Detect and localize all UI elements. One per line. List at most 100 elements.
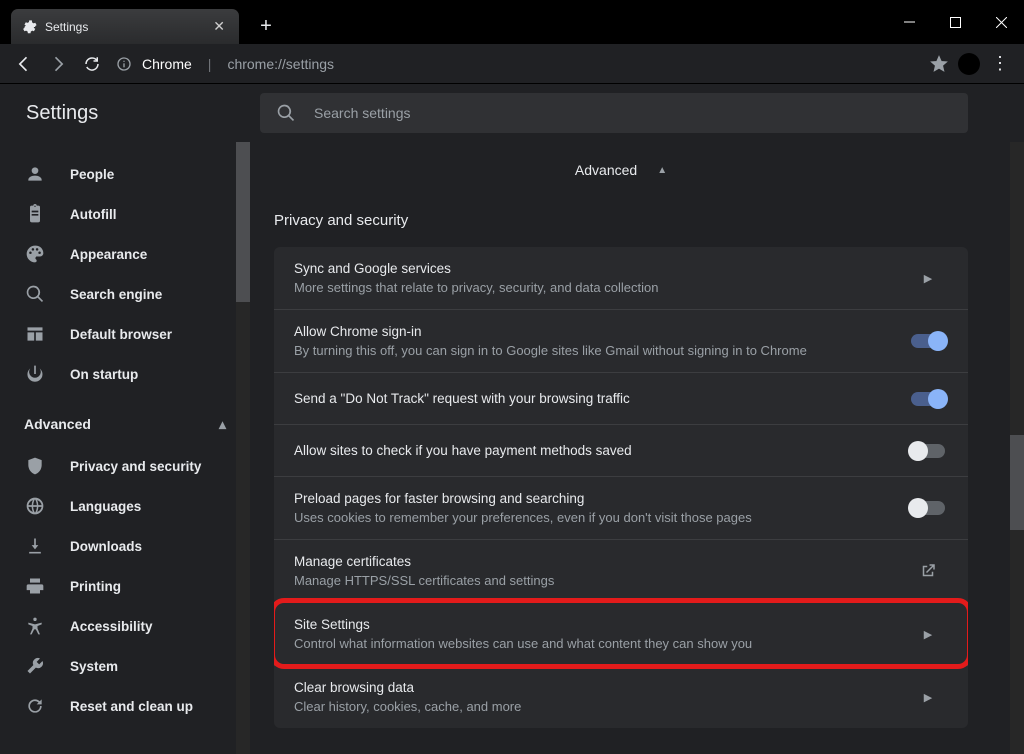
chevron-right-icon: ▶ — [924, 691, 932, 704]
back-button[interactable] — [10, 50, 38, 78]
palette-icon — [24, 243, 46, 265]
sidebar-item-languages[interactable]: Languages — [0, 486, 250, 526]
sidebar-item-autofill[interactable]: Autofill — [0, 194, 250, 234]
address-path: chrome://settings — [227, 56, 334, 72]
download-icon — [24, 535, 46, 557]
sidebar-item-people[interactable]: People — [0, 154, 250, 194]
sidebar-item-on-startup[interactable]: On startup — [0, 354, 250, 394]
power-icon — [24, 363, 46, 385]
row-title: Manage certificates — [294, 554, 894, 569]
sidebar-scrollbar-thumb[interactable] — [236, 142, 250, 302]
row-subtitle: By turning this off, you can sign in to … — [294, 343, 894, 358]
chevron-up-icon: ▲ — [657, 165, 667, 176]
row-title: Allow Chrome sign-in — [294, 324, 894, 339]
row-subtitle: Clear history, cookies, cache, and more — [294, 699, 894, 714]
search-icon — [24, 283, 46, 305]
sidebar-item-reset-and-clean-up[interactable]: Reset and clean up — [0, 686, 250, 726]
browser-toolbar: Chrome | chrome://settings ⋮ — [0, 44, 1024, 84]
settings-sidebar: People Autofill Appearance Search engine Def… — [0, 142, 250, 754]
sidebar-item-downloads[interactable]: Downloads — [0, 526, 250, 566]
settings-search[interactable] — [260, 93, 968, 133]
minimize-button[interactable] — [886, 0, 932, 44]
sidebar-item-label: Privacy and security — [70, 459, 201, 474]
restore-icon — [24, 695, 46, 717]
row-subtitle: Uses cookies to remember your preference… — [294, 510, 894, 525]
sidebar-item-label: People — [70, 167, 114, 182]
privacy-card: Sync and Google services More settings th… — [274, 247, 968, 728]
profile-avatar[interactable] — [958, 53, 980, 75]
wrench-icon — [24, 655, 46, 677]
window-close-button[interactable] — [978, 0, 1024, 44]
accessibility-icon — [24, 615, 46, 637]
row-title: Allow sites to check if you have payment… — [294, 443, 894, 458]
tab-title: Settings — [45, 20, 88, 34]
sidebar-item-label: Appearance — [70, 247, 147, 262]
print-icon — [24, 575, 46, 597]
sidebar-item-privacy-and-security[interactable]: Privacy and security — [0, 446, 250, 486]
sidebar-item-label: Reset and clean up — [70, 699, 193, 714]
settings-row-sync-and-google-services[interactable]: Sync and Google services More settings th… — [274, 247, 968, 309]
chevron-right-icon: ▶ — [924, 272, 932, 285]
toggle-switch[interactable] — [911, 444, 945, 458]
advanced-section-toggle[interactable]: Advanced ▲ — [274, 142, 968, 198]
search-input[interactable] — [314, 105, 952, 121]
sidebar-item-accessibility[interactable]: Accessibility — [0, 606, 250, 646]
sidebar-item-system[interactable]: System — [0, 646, 250, 686]
settings-row-clear-browsing-data[interactable]: Clear browsing data Clear history, cookie… — [274, 665, 968, 728]
sidebar-item-label: Downloads — [70, 539, 142, 554]
row-title: Send a "Do Not Track" request with your … — [294, 391, 894, 406]
sidebar-item-search-engine[interactable]: Search engine — [0, 274, 250, 314]
search-icon — [276, 103, 296, 123]
main-scrollbar-thumb[interactable] — [1010, 435, 1024, 530]
row-title: Site Settings — [294, 617, 894, 632]
clipboard-icon — [24, 203, 46, 225]
row-subtitle: Manage HTTPS/SSL certificates and settin… — [294, 573, 894, 588]
toggle-switch[interactable] — [911, 392, 945, 406]
new-tab-button[interactable]: + — [252, 12, 280, 40]
chevron-right-icon: ▶ — [924, 628, 932, 641]
sidebar-item-label: Default browser — [70, 327, 172, 342]
settings-row-send-a-do-not-track-request-with-your-browsing-traffic[interactable]: Send a "Do Not Track" request with your … — [274, 372, 968, 424]
section-title: Privacy and security — [274, 198, 968, 247]
browser-tab[interactable]: Settings ✕ — [10, 8, 240, 44]
person-icon — [24, 163, 46, 185]
row-subtitle: More settings that relate to privacy, se… — [294, 280, 894, 295]
shield-icon — [24, 455, 46, 477]
settings-row-allow-chrome-sign-in[interactable]: Allow Chrome sign-in By turning this off,… — [274, 309, 968, 372]
sidebar-item-label: Search engine — [70, 287, 162, 302]
row-title: Clear browsing data — [294, 680, 894, 695]
page-title: Settings — [0, 102, 260, 125]
toggle-switch[interactable] — [911, 501, 945, 515]
tab-close-button[interactable]: ✕ — [209, 16, 229, 37]
sidebar-item-label: Languages — [70, 499, 141, 514]
sidebar-item-printing[interactable]: Printing — [0, 566, 250, 606]
settings-row-preload-pages-for-faster-browsing-and-searching[interactable]: Preload pages for faster browsing and se… — [274, 476, 968, 539]
sidebar-item-label: Printing — [70, 579, 121, 594]
settings-row-site-settings[interactable]: Site SettingsControl what information we… — [274, 602, 968, 665]
globe-icon — [24, 495, 46, 517]
toggle-switch[interactable] — [911, 334, 945, 348]
browser-menu-button[interactable]: ⋮ — [986, 53, 1014, 74]
sidebar-item-default-browser[interactable]: Default browser — [0, 314, 250, 354]
gear-icon — [21, 19, 37, 35]
settings-row-allow-sites-to-check-if-you-have-payment-methods-saved[interactable]: Allow sites to check if you have payment… — [274, 424, 968, 476]
maximize-button[interactable] — [932, 0, 978, 44]
bookmark-star-icon[interactable] — [930, 55, 948, 73]
settings-row-manage-certificates[interactable]: Manage certificates Manage HTTPS/SSL cert… — [274, 539, 968, 602]
window-controls — [886, 0, 1024, 44]
reload-button[interactable] — [78, 50, 106, 78]
forward-button[interactable] — [44, 50, 72, 78]
sidebar-item-appearance[interactable]: Appearance — [0, 234, 250, 274]
sidebar-advanced-toggle[interactable]: Advanced ▴ — [0, 402, 250, 446]
address-host: Chrome — [142, 56, 192, 72]
site-info-icon[interactable] — [116, 56, 132, 72]
settings-header: Settings — [0, 84, 1024, 142]
address-bar[interactable]: Chrome | chrome://settings — [112, 50, 952, 78]
sidebar-item-label: Accessibility — [70, 619, 153, 634]
open-external-icon — [919, 562, 937, 580]
browser-icon — [24, 323, 46, 345]
sidebar-item-label: On startup — [70, 367, 138, 382]
row-title: Preload pages for faster browsing and se… — [294, 491, 894, 506]
window-titlebar: Settings ✕ + — [0, 0, 1024, 44]
row-title: Sync and Google services — [294, 261, 894, 276]
